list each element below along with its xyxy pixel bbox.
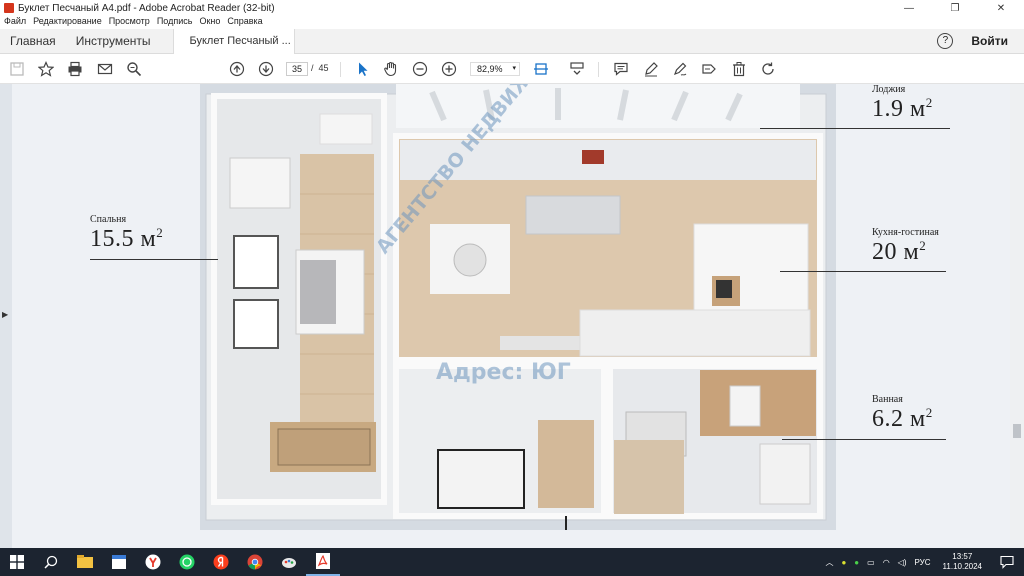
room-name: Лоджия: [872, 84, 906, 95]
floor-plan-drawing: [200, 84, 836, 530]
draw-icon[interactable]: [671, 60, 689, 78]
email-icon[interactable]: [96, 60, 114, 78]
leader-line: [782, 439, 946, 440]
acrobat-taskbar-icon[interactable]: [306, 548, 340, 576]
tray-app-icon[interactable]: ●: [841, 558, 846, 567]
clock-date: 11.10.2024: [942, 562, 982, 571]
room-name: Спальня: [90, 214, 127, 225]
menu-help[interactable]: Справка: [227, 16, 262, 29]
volume-icon[interactable]: ◁): [898, 558, 907, 567]
room-name: Кухня-гостиная: [872, 227, 939, 238]
save-icon[interactable]: [8, 60, 26, 78]
yandex-browser-icon[interactable]: [136, 548, 170, 576]
leader-line: [90, 259, 218, 260]
notifications-icon[interactable]: [990, 548, 1024, 576]
room-name: Ванная: [872, 394, 903, 405]
taskbar-search-icon[interactable]: [34, 548, 68, 576]
taskbar: ︿ ● ● ▭ ◠ ◁) РУС 13:57 11.10.2024: [0, 548, 1024, 576]
leader-line: [780, 271, 946, 272]
total-pages: 45: [318, 63, 329, 73]
help-icon[interactable]: ?: [937, 33, 954, 49]
comment-icon[interactable]: [612, 60, 630, 78]
system-tray: ︿ ● ● ▭ ◠ ◁) РУС: [821, 557, 934, 568]
tab-document[interactable]: Буклет Песчаный ...: [172, 28, 295, 54]
tabs-row: Главная Инструменты Буклет Песчаный ... …: [0, 28, 1024, 54]
room-label-bathroom: Ванная 6.2 м2: [872, 394, 933, 433]
page-separator: /: [311, 63, 314, 73]
watermark-address: Адрес: ЮГ: [436, 360, 571, 385]
restore-button[interactable]: ❐: [932, 0, 978, 16]
file-explorer-icon[interactable]: [68, 548, 102, 576]
tab-tools[interactable]: Инструменты: [66, 29, 161, 54]
menu-bar: Файл Редактирование Просмотр Подпись Окн…: [0, 16, 1024, 29]
minimize-button[interactable]: —: [886, 0, 932, 16]
search-icon[interactable]: [125, 60, 143, 78]
menu-sign[interactable]: Подпись: [157, 16, 193, 29]
close-button[interactable]: ✕: [978, 0, 1024, 16]
yandex-icon[interactable]: [204, 548, 238, 576]
room-label-bedroom: Спальня 15.5 м2: [90, 214, 163, 253]
page-count: / 45: [311, 63, 329, 73]
chrome-icon[interactable]: [238, 548, 272, 576]
tray-security-icon[interactable]: ●: [854, 558, 859, 567]
rotate-icon[interactable]: [759, 60, 777, 78]
select-cursor-icon[interactable]: [354, 60, 372, 78]
hand-tool-icon[interactable]: [382, 60, 400, 78]
menu-window[interactable]: Окно: [199, 16, 220, 29]
signin-button[interactable]: Войти: [971, 34, 1008, 48]
vertical-scrollbar[interactable]: [1010, 84, 1024, 548]
highlight-pen-icon[interactable]: [642, 60, 660, 78]
acrobat-app-icon: [4, 3, 14, 13]
title-bar: Буклет Песчаный А4.pdf - Adobe Acrobat R…: [0, 0, 1024, 16]
previous-page-icon[interactable]: [228, 60, 246, 78]
room-label-loggia: Лоджия 1.9 м2: [872, 84, 933, 123]
room-area: 6.2 м2: [872, 405, 933, 432]
window-title: Буклет Песчаный А4.pdf - Adobe Acrobat R…: [18, 2, 275, 14]
wifi-icon[interactable]: ◠: [883, 558, 890, 567]
fill-sign-icon[interactable]: [700, 60, 718, 78]
star-icon[interactable]: [37, 60, 55, 78]
menu-view[interactable]: Просмотр: [109, 16, 150, 29]
next-page-icon[interactable]: [257, 60, 275, 78]
zoom-in-icon[interactable]: [440, 60, 458, 78]
whatsapp-icon[interactable]: [170, 548, 204, 576]
battery-icon[interactable]: ▭: [867, 558, 875, 567]
toolbar: 35 / 45 82,9% ▾: [0, 54, 1024, 84]
toolbar-divider: [598, 62, 599, 77]
menu-edit[interactable]: Редактирование: [33, 16, 102, 29]
fit-page-icon[interactable]: [532, 60, 550, 78]
start-windows-icon[interactable]: [0, 548, 34, 576]
print-icon[interactable]: [66, 60, 84, 78]
pdf-page: АГЕНТСТВО НЕДВИЖИМОСТИ Адрес: ЮГ Лоджия …: [12, 84, 1010, 548]
scrollbar-thumb[interactable]: [1013, 424, 1021, 438]
delete-icon[interactable]: [730, 60, 748, 78]
leader-line: [760, 128, 950, 129]
tray-chevron-up-icon[interactable]: ︿: [825, 557, 833, 568]
floor-plan-image: АГЕНТСТВО НЕДВИЖИМОСТИ Адрес: ЮГ: [200, 84, 836, 530]
zoom-level-select[interactable]: 82,9% ▾: [470, 62, 520, 76]
chevron-down-icon: ▾: [512, 65, 516, 72]
zoom-level-value: 82,9%: [477, 64, 503, 74]
left-panel-toggle-icon[interactable]: ▶: [2, 310, 8, 319]
clock-time: 13:57: [952, 552, 973, 561]
keyboard-language[interactable]: РУС: [915, 558, 931, 567]
toolbar-divider: [340, 62, 341, 77]
scroll-mode-icon[interactable]: [568, 60, 586, 78]
zoom-out-icon[interactable]: [411, 60, 429, 78]
tab-home[interactable]: Главная: [0, 29, 66, 54]
paint-app-icon[interactable]: [272, 548, 306, 576]
document-viewport[interactable]: ▶ АГЕНТСТВО Адрес: ЮГ Лоджия 1.9 м2 Спал…: [0, 84, 1024, 548]
menu-file[interactable]: Файл: [4, 16, 26, 29]
room-area: 20 м2: [872, 238, 927, 265]
clock[interactable]: 13:57 11.10.2024: [943, 552, 982, 572]
room-area: 15.5 м2: [90, 225, 164, 252]
room-label-kitchen-living: Кухня-гостиная 20 м2: [872, 227, 939, 266]
room-area: 1.9 м2: [872, 95, 933, 122]
page-number-input[interactable]: 35: [286, 62, 308, 76]
calendar-app-icon[interactable]: [102, 548, 136, 576]
